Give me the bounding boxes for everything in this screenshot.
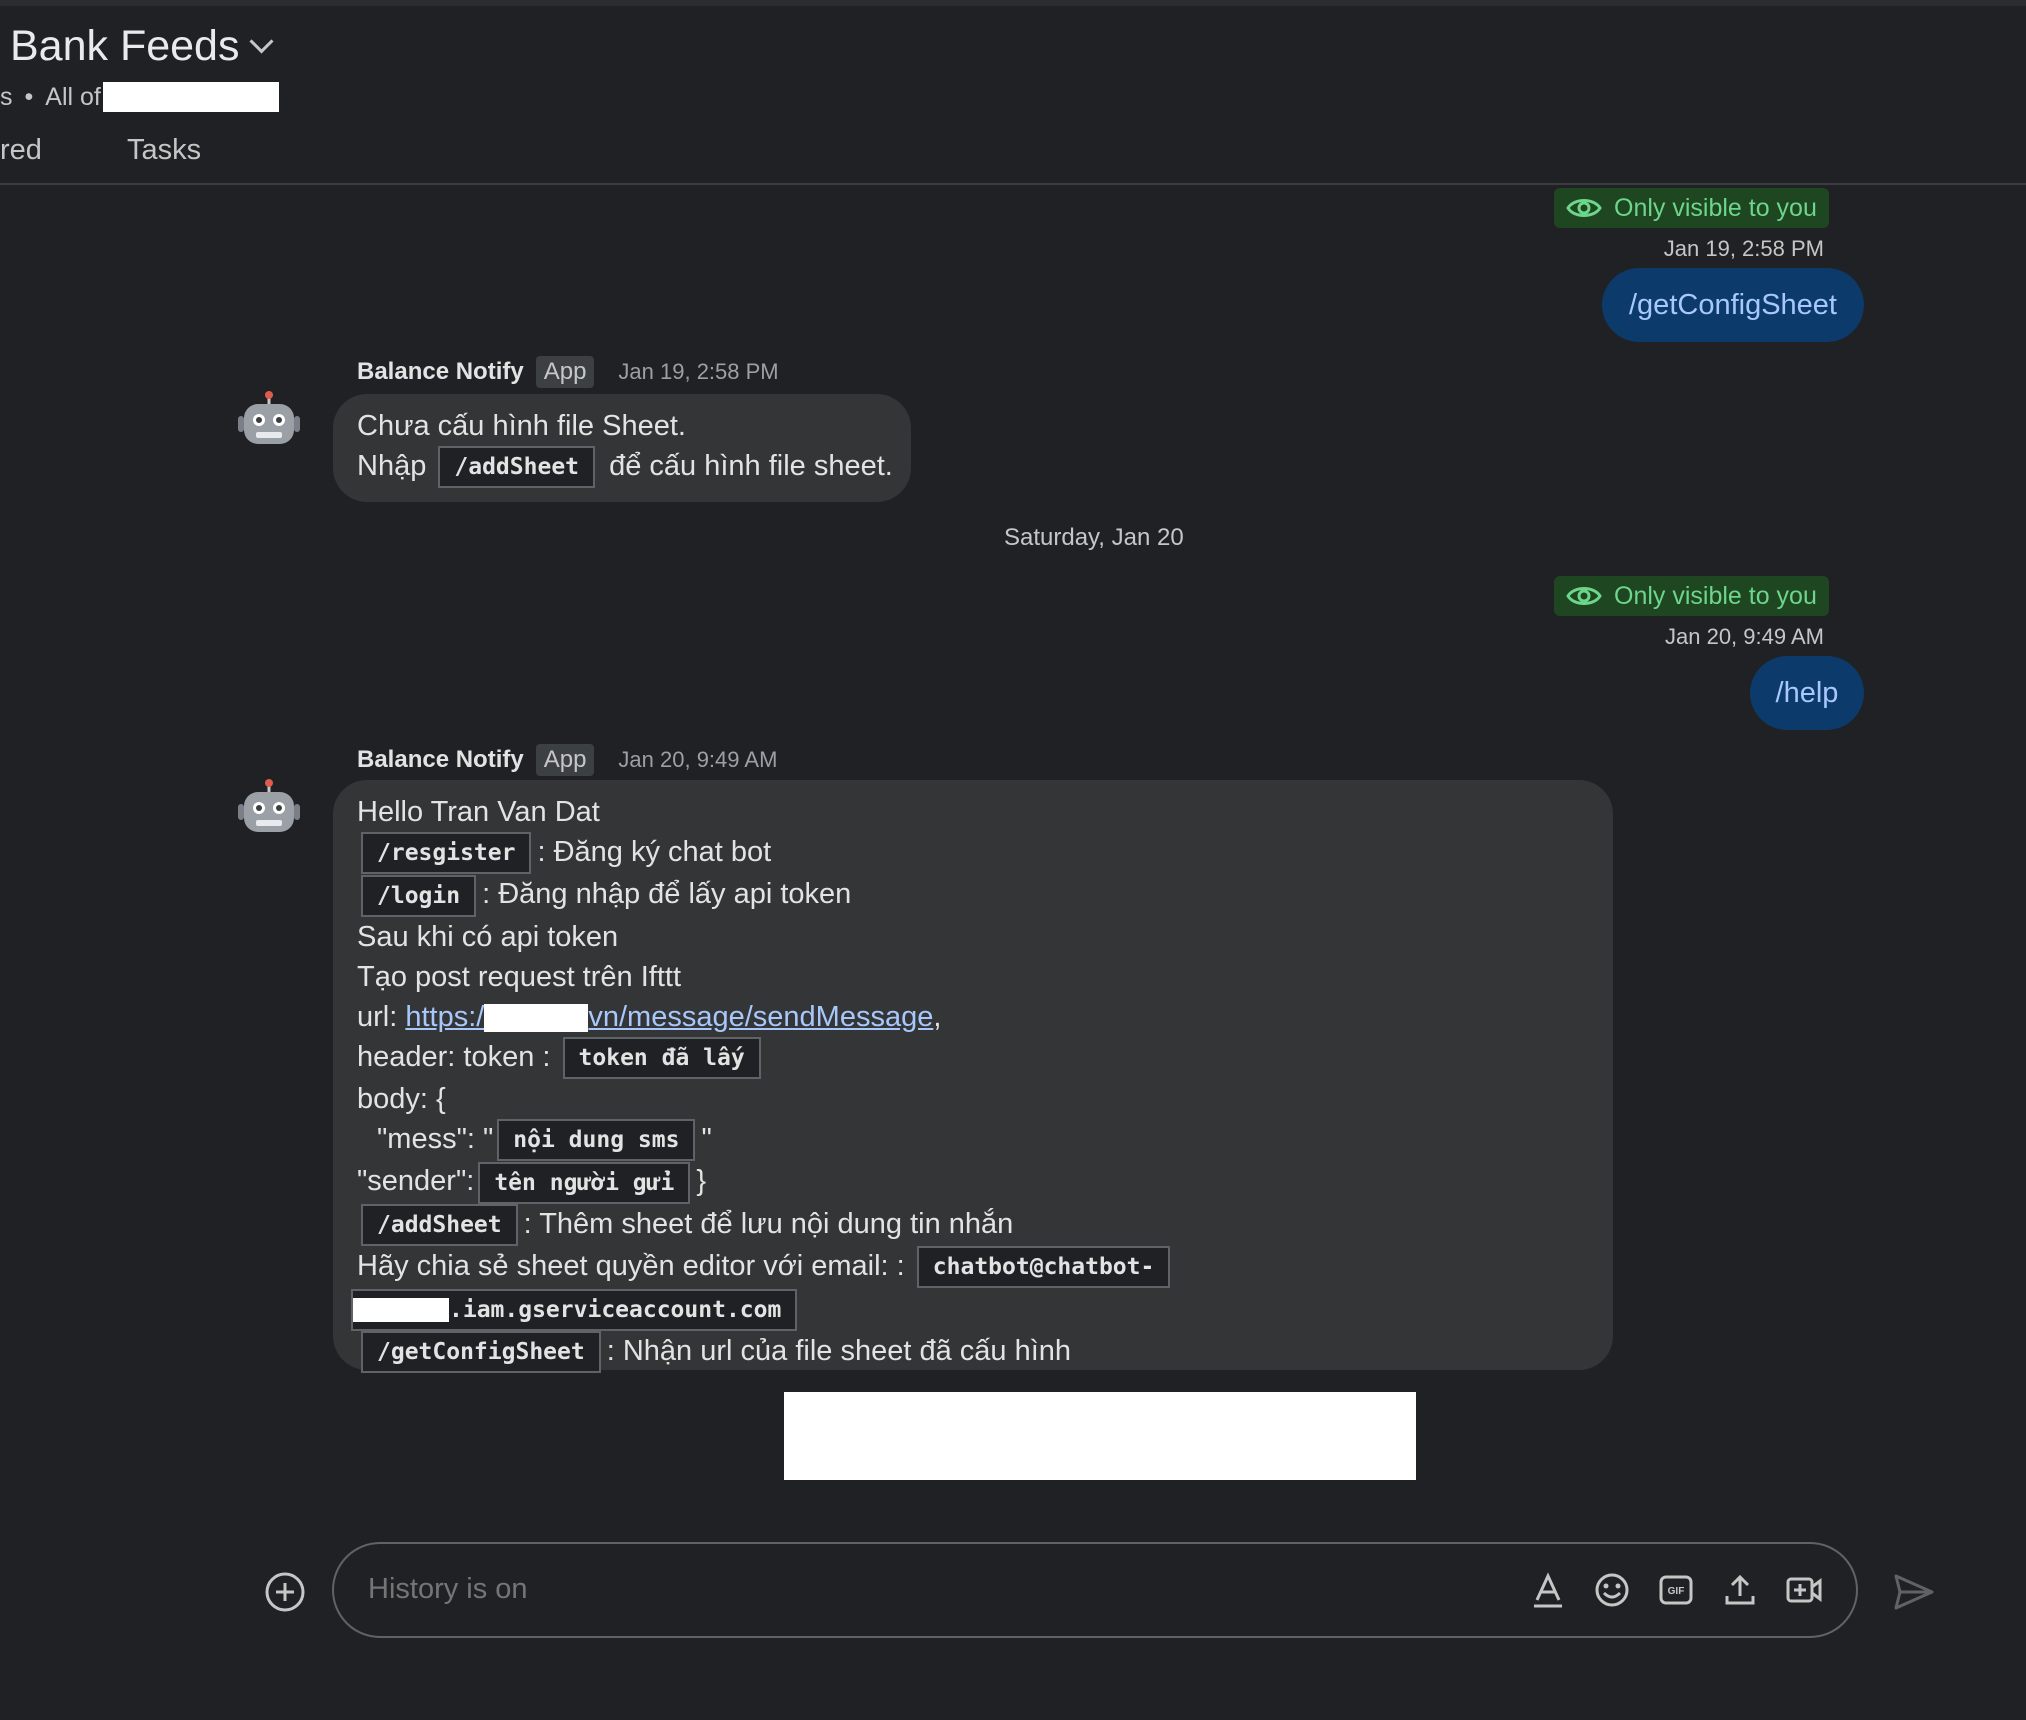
upload-button[interactable] [1718,1568,1762,1612]
message-line: /getConfigSheet: Nhận url của file sheet… [357,1331,1176,1374]
dot-separator: • [24,82,34,111]
eye-icon [1566,587,1602,605]
message-line: "mess": " nội dung sms " [357,1119,1176,1162]
bot-message-bubble: Chưa cấu hình file Sheet. Nhập /addSheet… [333,394,911,502]
message-line: .iam.gserviceaccount.com [351,1288,1176,1331]
email-domain: .iam.gserviceaccount.com [449,1296,782,1323]
tab-shared[interactable]: red [0,134,42,167]
emoji-button[interactable] [1590,1568,1634,1612]
chevron-down-icon [249,29,274,54]
inline-code: /resgister [361,832,532,875]
text-span: Nhập [357,450,427,482]
inline-code: /addSheet [361,1204,518,1247]
format-text-button[interactable] [1526,1568,1570,1612]
message-line: body: { [357,1083,446,1116]
text-span: url: [357,1000,398,1033]
robot-avatar-icon[interactable] [236,778,302,844]
eye-icon [1566,199,1602,217]
add-circle-icon[interactable] [263,1570,307,1614]
video-meeting-button[interactable] [1782,1568,1826,1612]
text-span: } [696,1165,707,1198]
inline-code: nội dung sms [497,1119,696,1162]
message-header: Balance Notify App Jan 20, 9:49 AM [357,744,777,776]
inline-code: tên người gửi [478,1161,691,1204]
own-message-bubble[interactable]: /getConfigSheet [1602,268,1864,342]
message-line: Tạo post request trên Ifttt [357,960,681,993]
message-line: "sender": tên người gửi} [357,1161,1176,1204]
space-title-button[interactable]: Bank Feeds [10,22,274,71]
message-line: /login: Đăng nhập để lấy api token [357,874,1176,917]
app-tag: App [535,744,595,776]
own-message-text: /getConfigSheet [1629,288,1837,321]
message-timestamp: Jan 20, 9:49 AM [1665,624,1824,649]
text-span: "sender": [357,1165,475,1198]
redacted-block [102,82,279,112]
text-span: " [701,1123,712,1156]
format-text-icon [1534,1572,1562,1608]
message-timestamp: Jan 20, 9:49 AM [618,747,778,772]
upload-icon [1725,1574,1755,1605]
message-line: Nhập /addSheet để cấu hình file sheet. [357,446,893,489]
message-line: Chưa cấu hình file Sheet. [357,410,686,442]
sender-name[interactable]: Balance Notify [357,358,524,386]
text-span: header: token : [357,1040,551,1073]
message-line: Hãy chia sẻ sheet quyền editor với email… [357,1246,1176,1289]
message-header: Balance Notify App Jan 19, 2:58 PM [357,356,779,388]
text-span: : Đăng nhập để lấy api token [482,878,852,911]
text-span: để cấu hình file sheet. [609,450,893,482]
text-span: : Nhận url của file sheet đã cấu hình [606,1334,1072,1367]
subtitle-members: All of [45,82,101,111]
message-timestamp: Jan 19, 2:58 PM [1663,236,1824,261]
text-span: : Đăng ký chat bot [537,836,772,868]
url-end: vn/message/sendMessage [588,1000,934,1033]
subtitle-prefix: s [0,82,13,111]
text-span: , [933,1000,942,1033]
message-line: /addSheet: Thêm sheet để lưu nội dung ti… [357,1204,1176,1247]
day-divider: Saturday, Jan 20 [1004,524,1184,551]
url-start: https:/ [405,1000,485,1033]
redacted-block [784,1392,1416,1480]
inline-code: /login [361,874,477,917]
text-span: : Thêm sheet để lưu nội dung tin nhắn [523,1207,1014,1240]
bot-message-bubble: Hello Tran Van Dat /resgister: Đăng ký c… [333,780,1613,1374]
message-timestamp: Jan 19, 2:58 PM [618,359,779,384]
message-line: url: https:/ vn/message/sendMessage, [357,997,1176,1037]
inline-code: /addSheet [438,446,596,489]
gif-button[interactable]: GIF [1654,1568,1698,1612]
text-span: Hãy chia sẻ sheet quyền editor với email… [357,1250,905,1283]
visibility-badge: Only visible to you [1554,576,1829,616]
robot-avatar-icon[interactable] [236,390,302,456]
visibility-badge: Only visible to you [1554,188,1829,228]
own-message-text: /help [1775,676,1839,709]
space-header: Bank Feeds s • All of red Tasks [0,6,2026,185]
video-add-icon [1786,1577,1822,1603]
space-title: Bank Feeds [10,22,240,70]
svg-text:GIF: GIF [1668,1586,1685,1597]
inline-code: /getConfigSheet [361,1331,601,1374]
own-message-bubble[interactable]: /help [1750,656,1864,730]
message-line: header: token : token đã lấy [357,1037,1176,1080]
tab-tasks[interactable]: Tasks [127,134,201,167]
inline-code-email: .iam.gserviceaccount.com [351,1288,798,1331]
redacted-block [484,1004,589,1033]
inline-code: token đã lấy [562,1037,761,1080]
visibility-label: Only visible to you [1614,193,1817,222]
app-tag: App [535,356,595,388]
url-link[interactable]: https:/ vn/message/sendMessage [405,1001,933,1033]
message-line: Hello Tran Van Dat [357,796,600,828]
visibility-label: Only visible to you [1614,581,1817,610]
message-composer: GIF [332,1542,1858,1638]
sender-name[interactable]: Balance Notify [357,746,524,774]
send-icon[interactable] [1890,1568,1938,1616]
space-subtitle: s • All of [0,82,279,112]
redacted-block [353,1298,449,1323]
text-span: "mess": " [377,1123,494,1156]
emoji-icon [1595,1573,1629,1607]
gif-icon: GIF [1659,1575,1693,1605]
message-line: Sau khi có api token [357,920,619,953]
message-line: /resgister: Đăng ký chat bot [357,832,1176,875]
message-input[interactable] [366,1572,1470,1607]
inline-code: chatbot@chatbot- [916,1246,1171,1289]
